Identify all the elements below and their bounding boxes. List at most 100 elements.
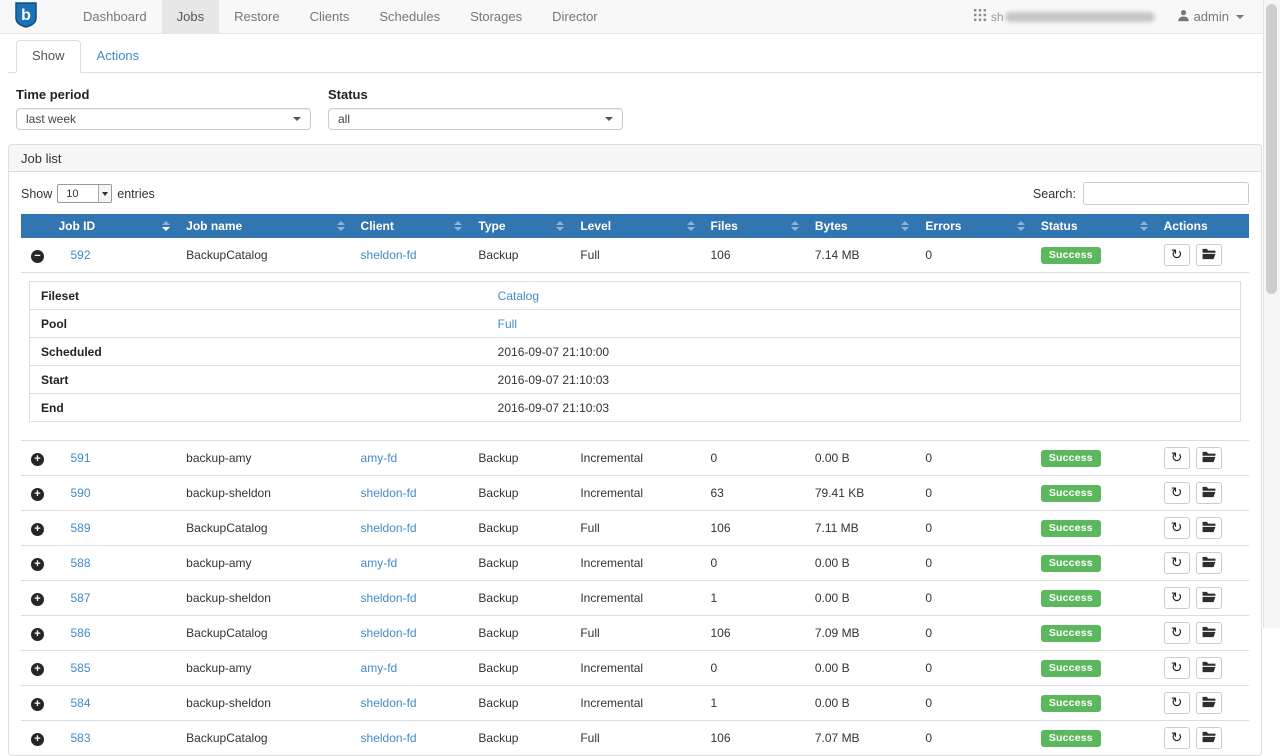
rerun-job-button[interactable]: ↻ [1164,692,1190,714]
tab-show[interactable]: Show [16,40,81,73]
rerun-job-button[interactable]: ↻ [1164,482,1190,504]
nav-item-jobs[interactable]: Jobs [162,0,219,33]
nav-item-dashboard[interactable]: Dashboard [68,0,162,33]
user-menu[interactable]: admin [1177,9,1244,25]
client-link[interactable]: sheldon-fd [361,521,417,535]
sort-icon[interactable] [901,221,909,231]
column-header-bytes[interactable]: Bytes [807,214,918,238]
sort-icon[interactable] [337,221,345,231]
job-id-link[interactable]: 589 [70,521,90,535]
sort-icon[interactable] [162,221,170,231]
column-header-type[interactable]: Type [470,214,572,238]
sort-icon[interactable] [791,221,799,231]
rerun-job-button[interactable]: ↻ [1164,447,1190,469]
table-row: + 586 BackupCatalog sheldon-fd Backup Fu… [21,616,1249,651]
client-link[interactable]: amy-fd [361,661,398,675]
tab-actions[interactable]: Actions [81,40,156,73]
cell-bytes: 7.07 MB [807,721,918,756]
job-id-link[interactable]: 587 [70,591,90,605]
scrollbar[interactable] [1263,0,1280,628]
job-id-link[interactable]: 586 [70,626,90,640]
job-id-link[interactable]: 590 [70,486,90,500]
rerun-job-button[interactable]: ↻ [1164,622,1190,644]
nav-item-schedules[interactable]: Schedules [364,0,455,33]
cell-bytes: 0.00 B [807,581,918,616]
rerun-job-button[interactable]: ↻ [1164,657,1190,679]
column-header-client[interactable]: Client [353,214,471,238]
expand-row-toggle[interactable]: + [31,488,44,501]
cell-files: 0 [703,546,807,581]
restore-job-button[interactable] [1196,517,1222,539]
client-link[interactable]: sheldon-fd [361,731,417,745]
expand-row-toggle[interactable]: + [31,733,44,746]
expand-row-toggle[interactable]: + [31,523,44,536]
expand-row-toggle[interactable]: + [31,698,44,711]
rerun-job-button[interactable]: ↻ [1164,587,1190,609]
rerun-job-button[interactable]: ↻ [1164,244,1190,266]
cell-errors: 0 [917,441,1032,476]
restore-job-button[interactable] [1196,692,1222,714]
rerun-icon: ↻ [1171,485,1183,499]
job-id-link[interactable]: 588 [70,556,90,570]
status-badge: Success [1041,450,1101,467]
column-header-actions[interactable]: Actions [1156,214,1249,238]
job-id-link[interactable]: 585 [70,661,90,675]
nav-item-storages[interactable]: Storages [455,0,537,33]
column-header-errors[interactable]: Errors [917,214,1032,238]
client-link[interactable]: sheldon-fd [361,591,417,605]
job-id-link[interactable]: 591 [70,451,90,465]
entries-select[interactable]: 10 [57,184,112,203]
job-id-link[interactable]: 583 [70,731,90,745]
column-header-status[interactable]: Status [1033,214,1156,238]
nav-item-clients[interactable]: Clients [295,0,365,33]
expand-row-toggle[interactable]: + [31,593,44,606]
expand-row-toggle[interactable]: + [31,453,44,466]
restore-job-button[interactable] [1196,622,1222,644]
detail-value-link[interactable]: Full [498,317,517,331]
nav-item-restore[interactable]: Restore [219,0,295,33]
restore-job-button[interactable] [1196,482,1222,504]
restore-job-button[interactable] [1196,657,1222,679]
director-host[interactable]: sh [974,9,1155,24]
job-id-link[interactable]: 584 [70,696,90,710]
expand-row-toggle[interactable]: + [31,628,44,641]
client-link[interactable]: sheldon-fd [361,626,417,640]
expand-row-toggle[interactable]: − [31,250,44,263]
time-period-select[interactable]: last week [16,108,311,130]
job-id-link[interactable]: 592 [70,248,90,262]
client-link[interactable]: amy-fd [361,556,398,570]
column-header-job-id[interactable]: Job ID [50,214,178,238]
restore-job-button[interactable] [1196,447,1222,469]
client-link[interactable]: amy-fd [361,451,398,465]
sort-icon[interactable] [687,221,695,231]
detail-value-link[interactable]: Catalog [498,289,539,303]
sort-icon[interactable] [1017,221,1025,231]
search-input[interactable] [1083,182,1249,205]
status-select[interactable]: all [328,108,623,130]
sort-icon[interactable] [1140,221,1148,231]
brand-logo[interactable]: b [14,0,38,33]
restore-job-button[interactable] [1196,587,1222,609]
rerun-job-button[interactable]: ↻ [1164,727,1190,749]
expand-row-toggle[interactable]: + [31,663,44,676]
nav-item-director[interactable]: Director [537,0,613,33]
column-header-level[interactable]: Level [572,214,702,238]
sort-icon[interactable] [556,221,564,231]
cell-level: Full [572,721,702,756]
column-header-files[interactable]: Files [703,214,807,238]
restore-job-button[interactable] [1196,552,1222,574]
cell-type: Backup [470,441,572,476]
sort-icon[interactable] [454,221,462,231]
column-header-job-name[interactable]: Job name [178,214,352,238]
client-link[interactable]: sheldon-fd [361,486,417,500]
restore-job-button[interactable] [1196,244,1222,266]
caret-down-icon [1236,15,1244,19]
detail-label: Fileset [30,282,490,310]
client-link[interactable]: sheldon-fd [361,696,417,710]
restore-job-button[interactable] [1196,727,1222,749]
expand-row-toggle[interactable]: + [31,558,44,571]
rerun-job-button[interactable]: ↻ [1164,517,1190,539]
scrollbar-thumb[interactable] [1266,4,1277,294]
client-link[interactable]: sheldon-fd [361,248,417,262]
rerun-job-button[interactable]: ↻ [1164,552,1190,574]
